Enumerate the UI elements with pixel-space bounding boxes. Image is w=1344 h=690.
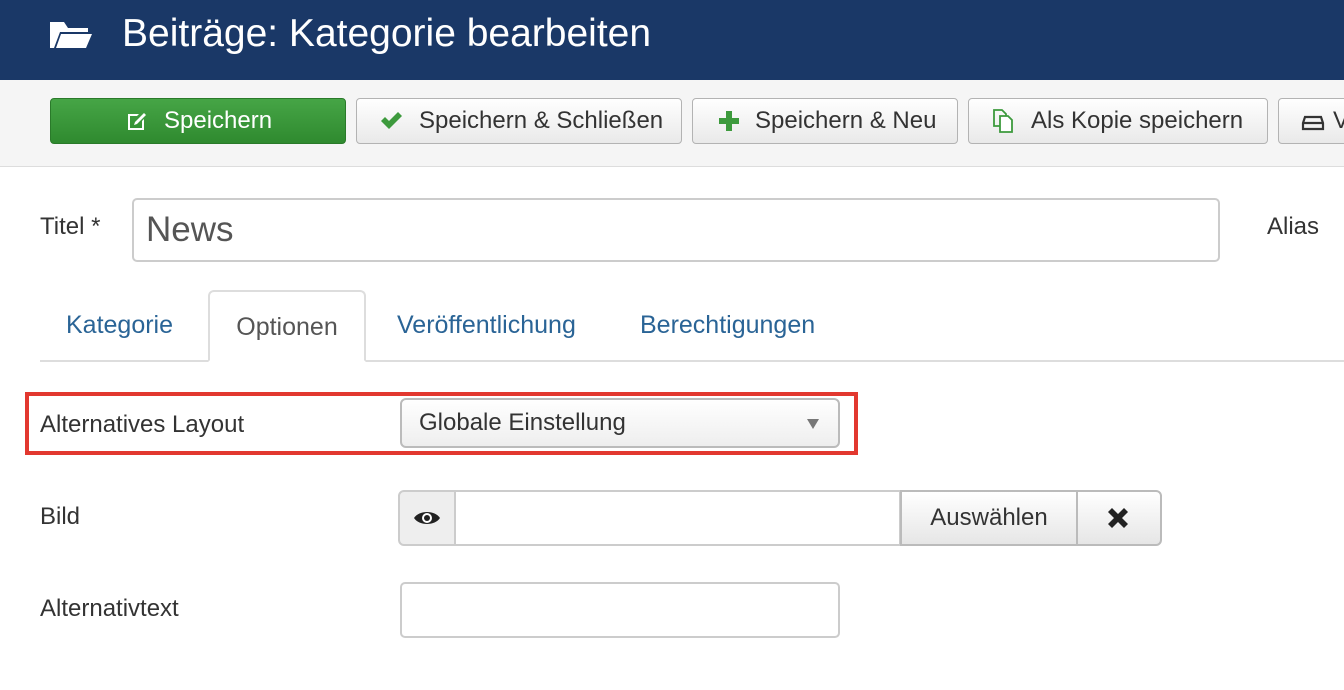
plus-icon	[719, 111, 739, 131]
version-button-label: V	[1333, 99, 1344, 143]
copy-icon	[993, 109, 1013, 133]
image-label: Bild	[40, 503, 81, 530]
save-new-button[interactable]: Speichern & Neu	[692, 98, 958, 144]
clear-image-button[interactable]	[1076, 490, 1162, 546]
title-label: Titel *	[40, 213, 101, 240]
save-close-button[interactable]: Speichern & Schließen	[356, 98, 682, 144]
image-path-input[interactable]	[454, 490, 901, 546]
close-icon	[1108, 508, 1128, 528]
save-button-label: Speichern	[164, 107, 273, 134]
save-copy-button-label: Als Kopie speichern	[1031, 107, 1244, 134]
caret-down-icon	[807, 419, 819, 429]
checkmark-icon	[381, 112, 402, 129]
eye-icon	[414, 512, 440, 524]
save-close-button-label: Speichern & Schließen	[419, 107, 664, 134]
save-button[interactable]: Speichern	[50, 98, 346, 144]
version-button[interactable]: V	[1278, 98, 1344, 144]
folder-open-icon	[50, 22, 92, 48]
save-copy-button[interactable]: Als Kopie speichern	[968, 98, 1268, 144]
layout-label: Alternatives Layout	[40, 411, 245, 438]
layout-select-value: Globale Einstellung	[419, 409, 626, 436]
select-image-button[interactable]: Auswählen	[900, 490, 1078, 546]
alias-label: Alias	[1267, 213, 1320, 240]
page-title: Beiträge: Kategorie bearbeiten	[122, 12, 652, 55]
preview-button[interactable]	[398, 490, 456, 546]
image-field: Auswählen	[398, 490, 1162, 546]
toolbar: Speichern Speichern & Schließen Speicher…	[0, 80, 1344, 167]
save-new-button-label: Speichern & Neu	[755, 107, 937, 134]
title-input[interactable]	[132, 198, 1220, 262]
tab-veroeffentlichung[interactable]: Veröffentlichung	[397, 290, 576, 362]
archive-icon	[1301, 115, 1325, 131]
tab-berechtigungen[interactable]: Berechtigungen	[640, 290, 815, 362]
tab-optionen[interactable]: Optionen	[208, 290, 366, 362]
alt-text-label: Alternativtext	[40, 595, 179, 622]
alt-text-input[interactable]	[400, 582, 840, 638]
layout-select[interactable]: Globale Einstellung	[400, 398, 840, 448]
tab-kategorie[interactable]: Kategorie	[66, 290, 173, 362]
page-header: Beiträge: Kategorie bearbeiten	[0, 0, 1344, 80]
edit-icon	[128, 113, 146, 130]
